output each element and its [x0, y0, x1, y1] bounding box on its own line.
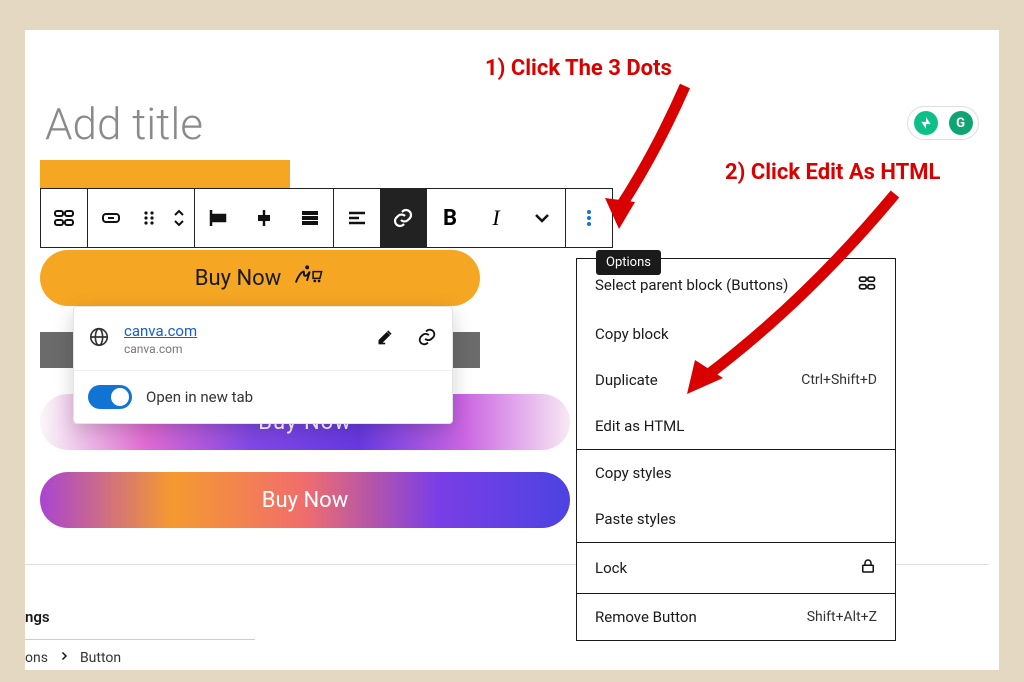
- grammarly-badge-icon[interactable]: G: [949, 111, 973, 135]
- menu-copy-styles-label: Copy styles: [595, 464, 672, 482]
- breadcrumb-prefix[interactable]: ons: [25, 650, 48, 666]
- annotation-step2: 2) Click Edit As HTML: [725, 160, 940, 185]
- buy-now-label-3: Buy Now: [262, 488, 348, 513]
- menu-copy-block-label: Copy block: [595, 325, 669, 343]
- editor-canvas: 1) Click The 3 Dots 2) Click Edit As HTM…: [25, 30, 999, 670]
- ai-badge-icon[interactable]: [914, 111, 938, 135]
- menu-remove-shortcut: Shift+Alt+Z: [807, 609, 877, 625]
- link-url[interactable]: canva.com: [124, 322, 197, 340]
- buttons-block-icon[interactable]: [41, 189, 87, 247]
- buy-now-button-1[interactable]: Buy Now: [40, 250, 480, 306]
- menu-lock-label: Lock: [595, 559, 627, 577]
- chevron-right-icon: [58, 650, 70, 666]
- buy-now-button-3[interactable]: Buy Now: [40, 472, 570, 528]
- arrow-2: [665, 182, 925, 412]
- menu-duplicate-label: Duplicate: [595, 371, 658, 389]
- open-new-tab-label: Open in new tab: [146, 388, 253, 406]
- options-tooltip: Options: [596, 250, 661, 275]
- link-icon[interactable]: [380, 189, 426, 247]
- post-title-placeholder[interactable]: Add title: [45, 98, 203, 150]
- menu-edit-html-label: Edit as HTML: [595, 417, 684, 435]
- assistant-badges: G: [907, 106, 979, 140]
- menu-copy-styles[interactable]: Copy styles: [577, 449, 895, 496]
- cart-run-icon: [291, 263, 325, 293]
- more-formatting-icon[interactable]: [519, 189, 565, 247]
- unlink-icon[interactable]: [416, 326, 438, 352]
- move-arrows-icon[interactable]: [164, 189, 194, 247]
- menu-paste-styles-label: Paste styles: [595, 510, 676, 528]
- drag-handle-icon[interactable]: [134, 189, 164, 247]
- bold-icon[interactable]: B: [427, 189, 473, 247]
- edit-link-icon[interactable]: [376, 326, 396, 352]
- menu-remove-button[interactable]: Remove Button Shift+Alt+Z: [577, 593, 895, 640]
- annotation-step1: 1) Click The 3 Dots: [485, 56, 672, 81]
- italic-icon[interactable]: I: [473, 189, 519, 247]
- block-toolbar: B I: [40, 188, 613, 248]
- globe-icon: [88, 326, 110, 352]
- breadcrumb-current[interactable]: Button: [80, 650, 121, 666]
- align-full-icon[interactable]: [287, 189, 333, 247]
- link-settings-popover: canva.com canva.com Open in new tab: [73, 306, 453, 424]
- width-icon[interactable]: [334, 189, 380, 247]
- align-left-icon[interactable]: [195, 189, 241, 247]
- menu-paste-styles[interactable]: Paste styles: [577, 496, 895, 542]
- lock-icon: [859, 557, 877, 579]
- buy-now-label-1: Buy Now: [195, 266, 281, 291]
- menu-lock[interactable]: Lock: [577, 542, 895, 593]
- footer-tab-partial[interactable]: ngs: [25, 608, 50, 626]
- menu-remove-label: Remove Button: [595, 608, 697, 626]
- open-new-tab-toggle[interactable]: [88, 385, 132, 409]
- button-block-icon[interactable]: [88, 189, 134, 247]
- link-info: canva.com canva.com: [124, 321, 197, 356]
- align-center-icon[interactable]: [241, 189, 287, 247]
- link-domain: canva.com: [124, 342, 197, 356]
- block-breadcrumb: ons Button: [25, 639, 255, 666]
